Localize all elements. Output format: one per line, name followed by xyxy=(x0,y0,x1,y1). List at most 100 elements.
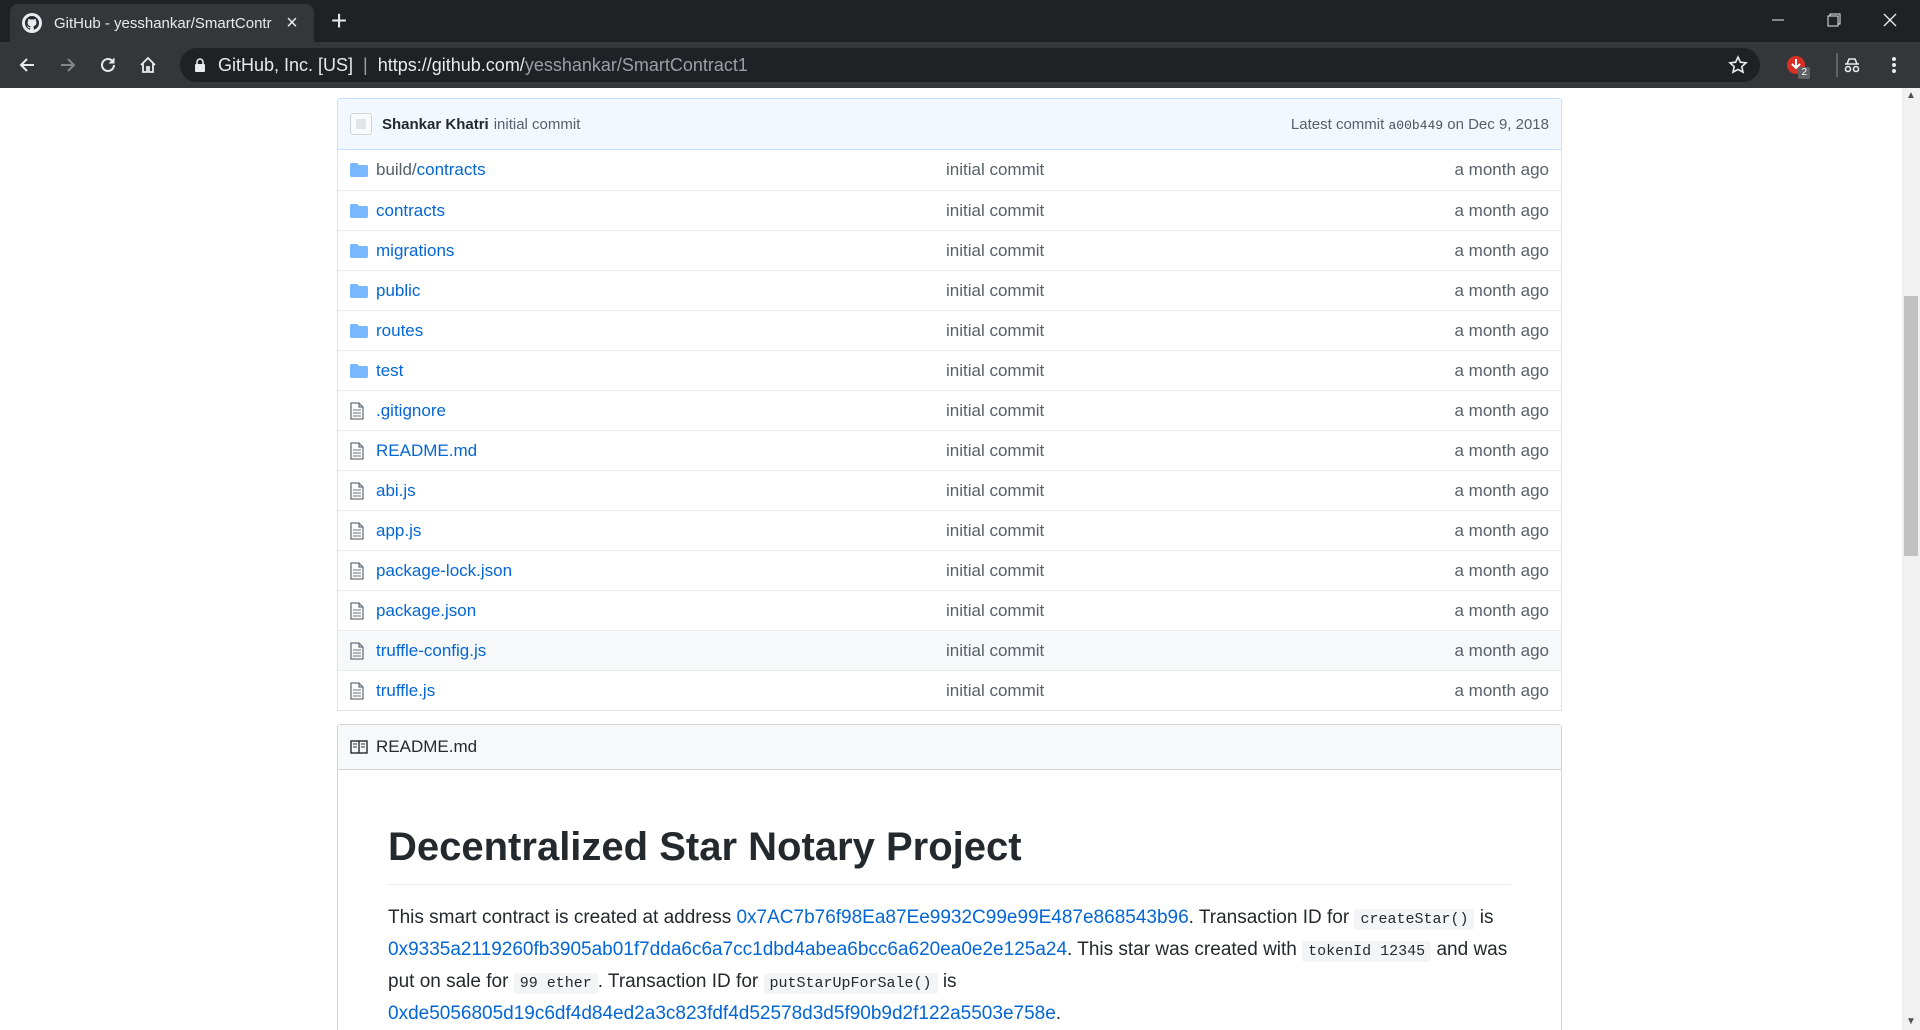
file-row[interactable]: truffle-config.js initial commit a month a… xyxy=(338,630,1561,670)
file-row[interactable]: package-lock.json initial commit a month a… xyxy=(338,550,1561,590)
file-name-link[interactable]: .gitignore xyxy=(376,401,946,421)
page-scrollbar[interactable]: ▲ ▼ xyxy=(1902,88,1920,1030)
commit-message[interactable]: initial commit xyxy=(494,116,581,133)
close-tab-icon[interactable]: × xyxy=(282,12,302,35)
book-icon xyxy=(350,740,368,754)
file-commit-message[interactable]: initial commit xyxy=(946,681,1044,701)
home-icon[interactable] xyxy=(132,49,164,81)
file-name[interactable]: package.json xyxy=(376,601,476,620)
file-commit-message[interactable]: initial commit xyxy=(946,641,1044,661)
forward-icon[interactable] xyxy=(52,49,84,81)
file-row[interactable]: migrations initial commit a month ago xyxy=(338,230,1561,270)
incognito-icon[interactable] xyxy=(1836,49,1868,81)
file-row[interactable]: app.js initial commit a month ago xyxy=(338,510,1561,550)
reload-icon[interactable] xyxy=(92,49,124,81)
file-name[interactable]: abi.js xyxy=(376,481,416,500)
file-row[interactable]: routes initial commit a month ago xyxy=(338,310,1561,350)
commit-sha[interactable]: a00b449 xyxy=(1388,118,1443,133)
sale-tx-link[interactable]: 0xde5056805d19c6df4d84ed2a3c823fdf4d5257… xyxy=(388,1003,1056,1024)
file-name-link[interactable]: build/contracts xyxy=(376,160,946,180)
file-name-link[interactable]: package.json xyxy=(376,601,946,621)
readme-text: . Transaction ID for xyxy=(1188,907,1355,928)
inline-code: createStar() xyxy=(1354,909,1475,930)
file-row[interactable]: package.json initial commit a month ago xyxy=(338,590,1561,630)
file-name[interactable]: public xyxy=(376,281,420,300)
file-commit-message[interactable]: initial commit xyxy=(946,241,1044,261)
file-name-link[interactable]: abi.js xyxy=(376,481,946,501)
file-row[interactable]: abi.js initial commit a month ago xyxy=(338,470,1561,510)
file-age: a month ago xyxy=(1454,640,1549,660)
restore-icon[interactable] xyxy=(1806,0,1862,40)
file-icon xyxy=(350,521,368,540)
file-name[interactable]: truffle.js xyxy=(376,681,435,700)
file-icon xyxy=(350,601,368,620)
file-name-link[interactable]: package-lock.json xyxy=(376,561,946,581)
file-commit-message[interactable]: initial commit xyxy=(946,401,1044,421)
file-name[interactable]: package-lock.json xyxy=(376,561,512,580)
file-commit-message[interactable]: initial commit xyxy=(946,481,1044,501)
file-name[interactable]: .gitignore xyxy=(376,401,446,420)
browser-tab[interactable]: GitHub - yesshankar/SmartContr × xyxy=(10,4,314,42)
scroll-down-icon[interactable]: ▼ xyxy=(1902,1014,1920,1030)
file-icon xyxy=(350,681,368,700)
file-row[interactable]: test initial commit a month ago xyxy=(338,350,1561,390)
file-row[interactable]: public initial commit a month ago xyxy=(338,270,1561,310)
contract-address-link[interactable]: 0x7AC7b76f98Ea87Ee9932C99e99E487e868543b… xyxy=(736,907,1188,928)
menu-dots-icon[interactable] xyxy=(1878,49,1910,81)
file-name-link[interactable]: migrations xyxy=(376,241,946,261)
file-name-link[interactable]: contracts xyxy=(376,201,946,221)
file-commit-message[interactable]: initial commit xyxy=(946,281,1044,301)
create-star-tx-link[interactable]: 0x9335a2119260fb3905ab01f7dda6c6a7cc1dbd… xyxy=(388,939,1067,960)
file-name-link[interactable]: routes xyxy=(376,321,946,341)
file-row[interactable]: README.md initial commit a month ago xyxy=(338,430,1561,470)
site-identity[interactable]: GitHub, Inc. [US] xyxy=(218,55,353,76)
file-age: a month ago xyxy=(1454,680,1549,700)
file-commit-message[interactable]: initial commit xyxy=(946,441,1044,461)
file-row[interactable]: build/contracts initial commit a month ago xyxy=(338,150,1561,190)
file-commit-message[interactable]: initial commit xyxy=(946,561,1044,581)
browser-toolbar: GitHub, Inc. [US] | https://github.com/ … xyxy=(0,42,1920,89)
scroll-up-icon[interactable]: ▲ xyxy=(1902,88,1920,104)
bookmark-star-icon[interactable] xyxy=(1728,55,1748,80)
file-name[interactable]: truffle-config.js xyxy=(376,641,486,660)
file-name-link[interactable]: truffle-config.js xyxy=(376,641,946,661)
file-name[interactable]: migrations xyxy=(376,241,454,260)
latest-commit-label: Latest commit xyxy=(1290,115,1385,133)
file-commit-message[interactable]: initial commit xyxy=(946,160,1044,180)
file-commit-message[interactable]: initial commit xyxy=(946,201,1044,221)
file-name[interactable]: routes xyxy=(376,321,423,340)
latest-commit-info: Latest commit a00b449 on Dec 9, 2018 xyxy=(1291,116,1549,133)
file-age: a month ago xyxy=(1454,320,1549,340)
file-name-link[interactable]: test xyxy=(376,361,946,381)
address-bar[interactable]: GitHub, Inc. [US] | https://github.com/ … xyxy=(180,48,1760,82)
readme-text: is xyxy=(937,971,957,992)
file-name[interactable]: contracts xyxy=(417,160,486,179)
file-row[interactable]: contracts initial commit a month ago xyxy=(338,190,1561,230)
extension-badge: 2 xyxy=(1798,67,1810,79)
file-name[interactable]: contracts xyxy=(376,201,445,220)
file-name-link[interactable]: README.md xyxy=(376,441,946,461)
file-name-link[interactable]: app.js xyxy=(376,521,946,541)
file-name[interactable]: README.md xyxy=(376,441,477,460)
new-tab-button[interactable]: + xyxy=(324,6,354,36)
extension-icon[interactable]: 2 xyxy=(1780,49,1812,81)
file-commit-message[interactable]: initial commit xyxy=(946,601,1044,621)
readme-text: . Transaction ID for xyxy=(597,971,764,992)
minimize-icon[interactable] xyxy=(1750,0,1806,40)
scroll-thumb[interactable] xyxy=(1904,296,1918,556)
file-commit-message[interactable]: initial commit xyxy=(946,321,1044,341)
file-row[interactable]: .gitignore initial commit a month ago xyxy=(338,390,1561,430)
file-name[interactable]: app.js xyxy=(376,521,421,540)
file-name-link[interactable]: public xyxy=(376,281,946,301)
file-name-link[interactable]: truffle.js xyxy=(376,681,946,701)
back-icon[interactable] xyxy=(11,49,43,81)
file-commit-message[interactable]: initial commit xyxy=(946,521,1044,541)
lock-icon[interactable] xyxy=(194,58,206,72)
file-name[interactable]: test xyxy=(376,361,403,380)
file-row[interactable]: truffle.js initial commit a month ago xyxy=(338,670,1561,710)
commit-author[interactable]: Shankar Khatri xyxy=(382,116,489,133)
file-commit-message[interactable]: initial commit xyxy=(946,361,1044,381)
close-window-icon[interactable] xyxy=(1862,0,1918,40)
inline-code: 99 ether xyxy=(513,973,598,994)
author-avatar[interactable] xyxy=(350,113,372,135)
